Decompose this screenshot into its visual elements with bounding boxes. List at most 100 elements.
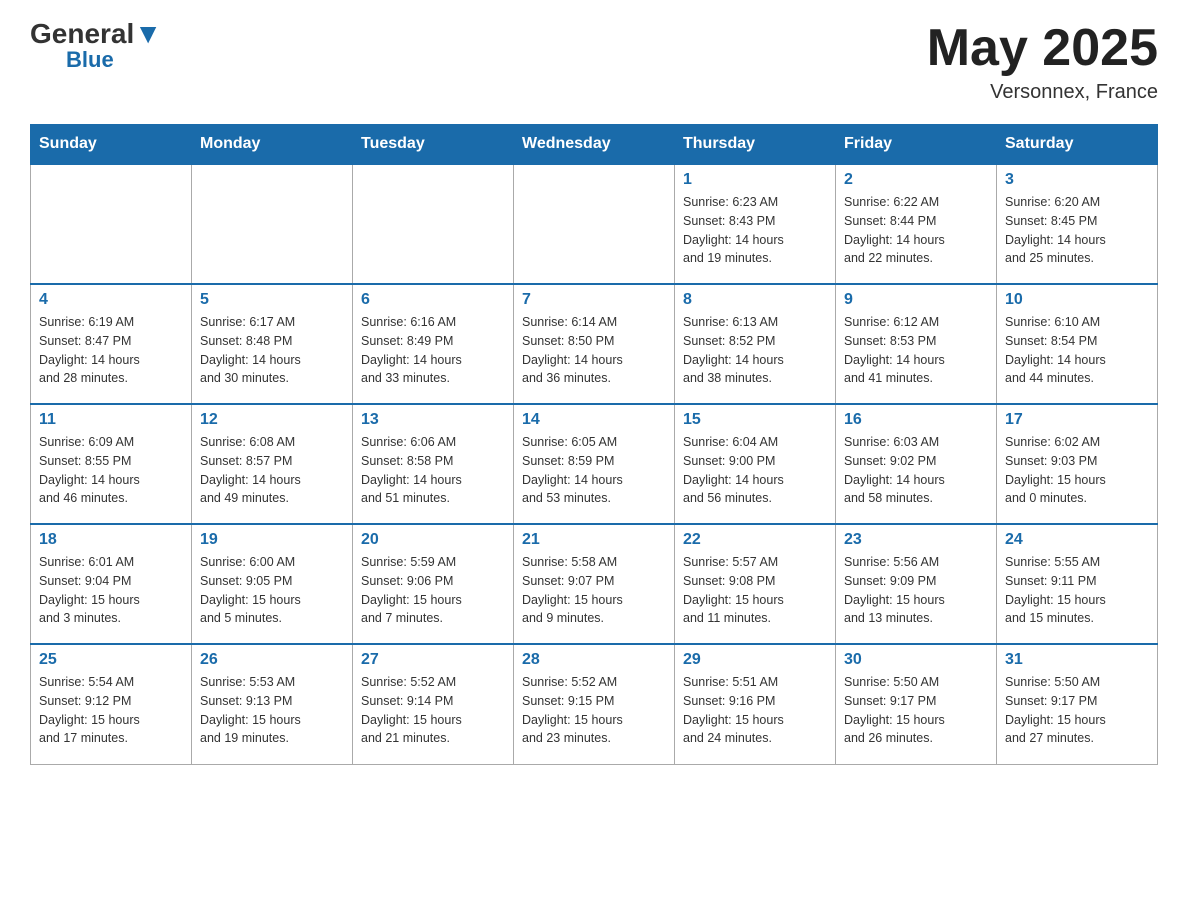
logo-general-text: General▼ xyxy=(30,20,162,48)
calendar-cell: 1 Sunrise: 6:23 AM Sunset: 8:43 PM Daylig… xyxy=(675,164,836,284)
calendar-cell: 15 Sunrise: 6:04 AM Sunset: 9:00 PM Dayli… xyxy=(675,404,836,524)
weekday-header-saturday: Saturday xyxy=(997,125,1158,165)
calendar-cell: 22Sunrise: 5:57 AM Sunset: 9:08 PM Dayli… xyxy=(675,524,836,644)
day-info: Sunrise: 5:52 AM Sunset: 9:15 PM Dayligh… xyxy=(522,673,666,748)
calendar-cell: 12 Sunrise: 6:08 AM Sunset: 8:57 PM Dayli… xyxy=(192,404,353,524)
calendar-cell: 3Sunrise: 6:20 AM Sunset: 8:45 PM Daylig… xyxy=(997,164,1158,284)
day-number: 18 xyxy=(39,531,183,549)
day-info: Sunrise: 5:51 AM Sunset: 9:16 PM Dayligh… xyxy=(683,673,827,748)
day-info: Sunrise: 6:06 AM Sunset: 8:58 PM Dayligh… xyxy=(361,433,505,508)
day-number: 13 xyxy=(361,411,505,429)
location: Versonnex, France xyxy=(927,81,1158,104)
calendar-cell: 26 Sunrise: 5:53 AM Sunset: 9:13 PM Dayli… xyxy=(192,644,353,764)
day-info: Sunrise: 6:14 AM Sunset: 8:50 PM Dayligh… xyxy=(522,313,666,388)
calendar-cell: 6Sunrise: 6:16 AM Sunset: 8:49 PM Daylig… xyxy=(353,284,514,404)
calendar-cell: 2 Sunrise: 6:22 AM Sunset: 8:44 PM Daylig… xyxy=(836,164,997,284)
day-info: Sunrise: 5:50 AM Sunset: 9:17 PM Dayligh… xyxy=(1005,673,1149,748)
day-info: Sunrise: 6:13 AM Sunset: 8:52 PM Dayligh… xyxy=(683,313,827,388)
week-row-4: 18 Sunrise: 6:01 AM Sunset: 9:04 PM Dayli… xyxy=(31,524,1158,644)
calendar-cell: 24Sunrise: 5:55 AM Sunset: 9:11 PM Dayli… xyxy=(997,524,1158,644)
calendar-cell: 18 Sunrise: 6:01 AM Sunset: 9:04 PM Dayli… xyxy=(31,524,192,644)
day-number: 9 xyxy=(844,291,988,309)
day-info: Sunrise: 5:54 AM Sunset: 9:12 PM Dayligh… xyxy=(39,673,183,748)
day-number: 21 xyxy=(522,531,666,549)
weekday-header-monday: Monday xyxy=(192,125,353,165)
week-row-1: 1 Sunrise: 6:23 AM Sunset: 8:43 PM Daylig… xyxy=(31,164,1158,284)
week-row-2: 4 Sunrise: 6:19 AM Sunset: 8:47 PM Daylig… xyxy=(31,284,1158,404)
week-row-5: 25 Sunrise: 5:54 AM Sunset: 9:12 PM Dayli… xyxy=(31,644,1158,764)
weekday-header-thursday: Thursday xyxy=(675,125,836,165)
page: General▼ Blue May 2025 Versonnex, France… xyxy=(0,0,1188,785)
calendar-cell: 13 Sunrise: 6:06 AM Sunset: 8:58 PM Dayli… xyxy=(353,404,514,524)
calendar-cell xyxy=(514,164,675,284)
day-number: 25 xyxy=(39,651,183,669)
day-info: Sunrise: 6:22 AM Sunset: 8:44 PM Dayligh… xyxy=(844,193,988,268)
day-number: 16 xyxy=(844,411,988,429)
day-info: Sunrise: 6:16 AM Sunset: 8:49 PM Dayligh… xyxy=(361,313,505,388)
calendar-cell: 8 Sunrise: 6:13 AM Sunset: 8:52 PM Daylig… xyxy=(675,284,836,404)
day-info: Sunrise: 5:55 AM Sunset: 9:11 PM Dayligh… xyxy=(1005,553,1149,628)
calendar-cell: 23 Sunrise: 5:56 AM Sunset: 9:09 PM Dayli… xyxy=(836,524,997,644)
day-info: Sunrise: 6:19 AM Sunset: 8:47 PM Dayligh… xyxy=(39,313,183,388)
day-number: 5 xyxy=(200,291,344,309)
day-number: 28 xyxy=(522,651,666,669)
month-title: May 2025 xyxy=(927,20,1158,77)
day-number: 19 xyxy=(200,531,344,549)
calendar-cell: 10 Sunrise: 6:10 AM Sunset: 8:54 PM Dayli… xyxy=(997,284,1158,404)
day-number: 29 xyxy=(683,651,827,669)
day-info: Sunrise: 6:00 AM Sunset: 9:05 PM Dayligh… xyxy=(200,553,344,628)
calendar-cell xyxy=(31,164,192,284)
day-info: Sunrise: 6:05 AM Sunset: 8:59 PM Dayligh… xyxy=(522,433,666,508)
calendar-cell: 4 Sunrise: 6:19 AM Sunset: 8:47 PM Daylig… xyxy=(31,284,192,404)
weekday-header-friday: Friday xyxy=(836,125,997,165)
calendar-cell: 11 Sunrise: 6:09 AM Sunset: 8:55 PM Dayli… xyxy=(31,404,192,524)
calendar-cell: 25 Sunrise: 5:54 AM Sunset: 9:12 PM Dayli… xyxy=(31,644,192,764)
calendar-cell xyxy=(192,164,353,284)
calendar-cell: 27Sunrise: 5:52 AM Sunset: 9:14 PM Dayli… xyxy=(353,644,514,764)
calendar-cell xyxy=(353,164,514,284)
day-info: Sunrise: 6:01 AM Sunset: 9:04 PM Dayligh… xyxy=(39,553,183,628)
day-number: 8 xyxy=(683,291,827,309)
calendar-cell: 5Sunrise: 6:17 AM Sunset: 8:48 PM Daylig… xyxy=(192,284,353,404)
day-number: 14 xyxy=(522,411,666,429)
weekday-header-row: SundayMondayTuesdayWednesdayThursdayFrid… xyxy=(31,125,1158,165)
calendar-cell: 28 Sunrise: 5:52 AM Sunset: 9:15 PM Dayli… xyxy=(514,644,675,764)
title-block: May 2025 Versonnex, France xyxy=(927,20,1158,104)
day-info: Sunrise: 6:10 AM Sunset: 8:54 PM Dayligh… xyxy=(1005,313,1149,388)
day-info: Sunrise: 6:02 AM Sunset: 9:03 PM Dayligh… xyxy=(1005,433,1149,508)
day-info: Sunrise: 5:52 AM Sunset: 9:14 PM Dayligh… xyxy=(361,673,505,748)
logo-blue-text: Blue xyxy=(66,48,114,72)
day-info: Sunrise: 6:12 AM Sunset: 8:53 PM Dayligh… xyxy=(844,313,988,388)
day-info: Sunrise: 5:53 AM Sunset: 9:13 PM Dayligh… xyxy=(200,673,344,748)
day-info: Sunrise: 6:03 AM Sunset: 9:02 PM Dayligh… xyxy=(844,433,988,508)
week-row-3: 11 Sunrise: 6:09 AM Sunset: 8:55 PM Dayli… xyxy=(31,404,1158,524)
day-number: 15 xyxy=(683,411,827,429)
day-info: Sunrise: 5:58 AM Sunset: 9:07 PM Dayligh… xyxy=(522,553,666,628)
weekday-header-sunday: Sunday xyxy=(31,125,192,165)
day-number: 4 xyxy=(39,291,183,309)
day-info: Sunrise: 5:56 AM Sunset: 9:09 PM Dayligh… xyxy=(844,553,988,628)
day-number: 7 xyxy=(522,291,666,309)
day-number: 12 xyxy=(200,411,344,429)
day-info: Sunrise: 6:23 AM Sunset: 8:43 PM Dayligh… xyxy=(683,193,827,268)
day-number: 3 xyxy=(1005,171,1149,189)
day-info: Sunrise: 5:59 AM Sunset: 9:06 PM Dayligh… xyxy=(361,553,505,628)
day-number: 10 xyxy=(1005,291,1149,309)
calendar-cell: 30Sunrise: 5:50 AM Sunset: 9:17 PM Dayli… xyxy=(836,644,997,764)
header: General▼ Blue May 2025 Versonnex, France xyxy=(30,20,1158,104)
day-number: 17 xyxy=(1005,411,1149,429)
day-number: 2 xyxy=(844,171,988,189)
day-info: Sunrise: 5:50 AM Sunset: 9:17 PM Dayligh… xyxy=(844,673,988,748)
day-info: Sunrise: 5:57 AM Sunset: 9:08 PM Dayligh… xyxy=(683,553,827,628)
day-number: 26 xyxy=(200,651,344,669)
day-info: Sunrise: 6:08 AM Sunset: 8:57 PM Dayligh… xyxy=(200,433,344,508)
day-number: 11 xyxy=(39,411,183,429)
day-info: Sunrise: 6:04 AM Sunset: 9:00 PM Dayligh… xyxy=(683,433,827,508)
logo-triangle-icon: ▼ xyxy=(134,18,162,49)
day-number: 20 xyxy=(361,531,505,549)
day-number: 1 xyxy=(683,171,827,189)
day-number: 23 xyxy=(844,531,988,549)
day-info: Sunrise: 6:09 AM Sunset: 8:55 PM Dayligh… xyxy=(39,433,183,508)
calendar-cell: 19 Sunrise: 6:00 AM Sunset: 9:05 PM Dayli… xyxy=(192,524,353,644)
calendar-cell: 9 Sunrise: 6:12 AM Sunset: 8:53 PM Daylig… xyxy=(836,284,997,404)
